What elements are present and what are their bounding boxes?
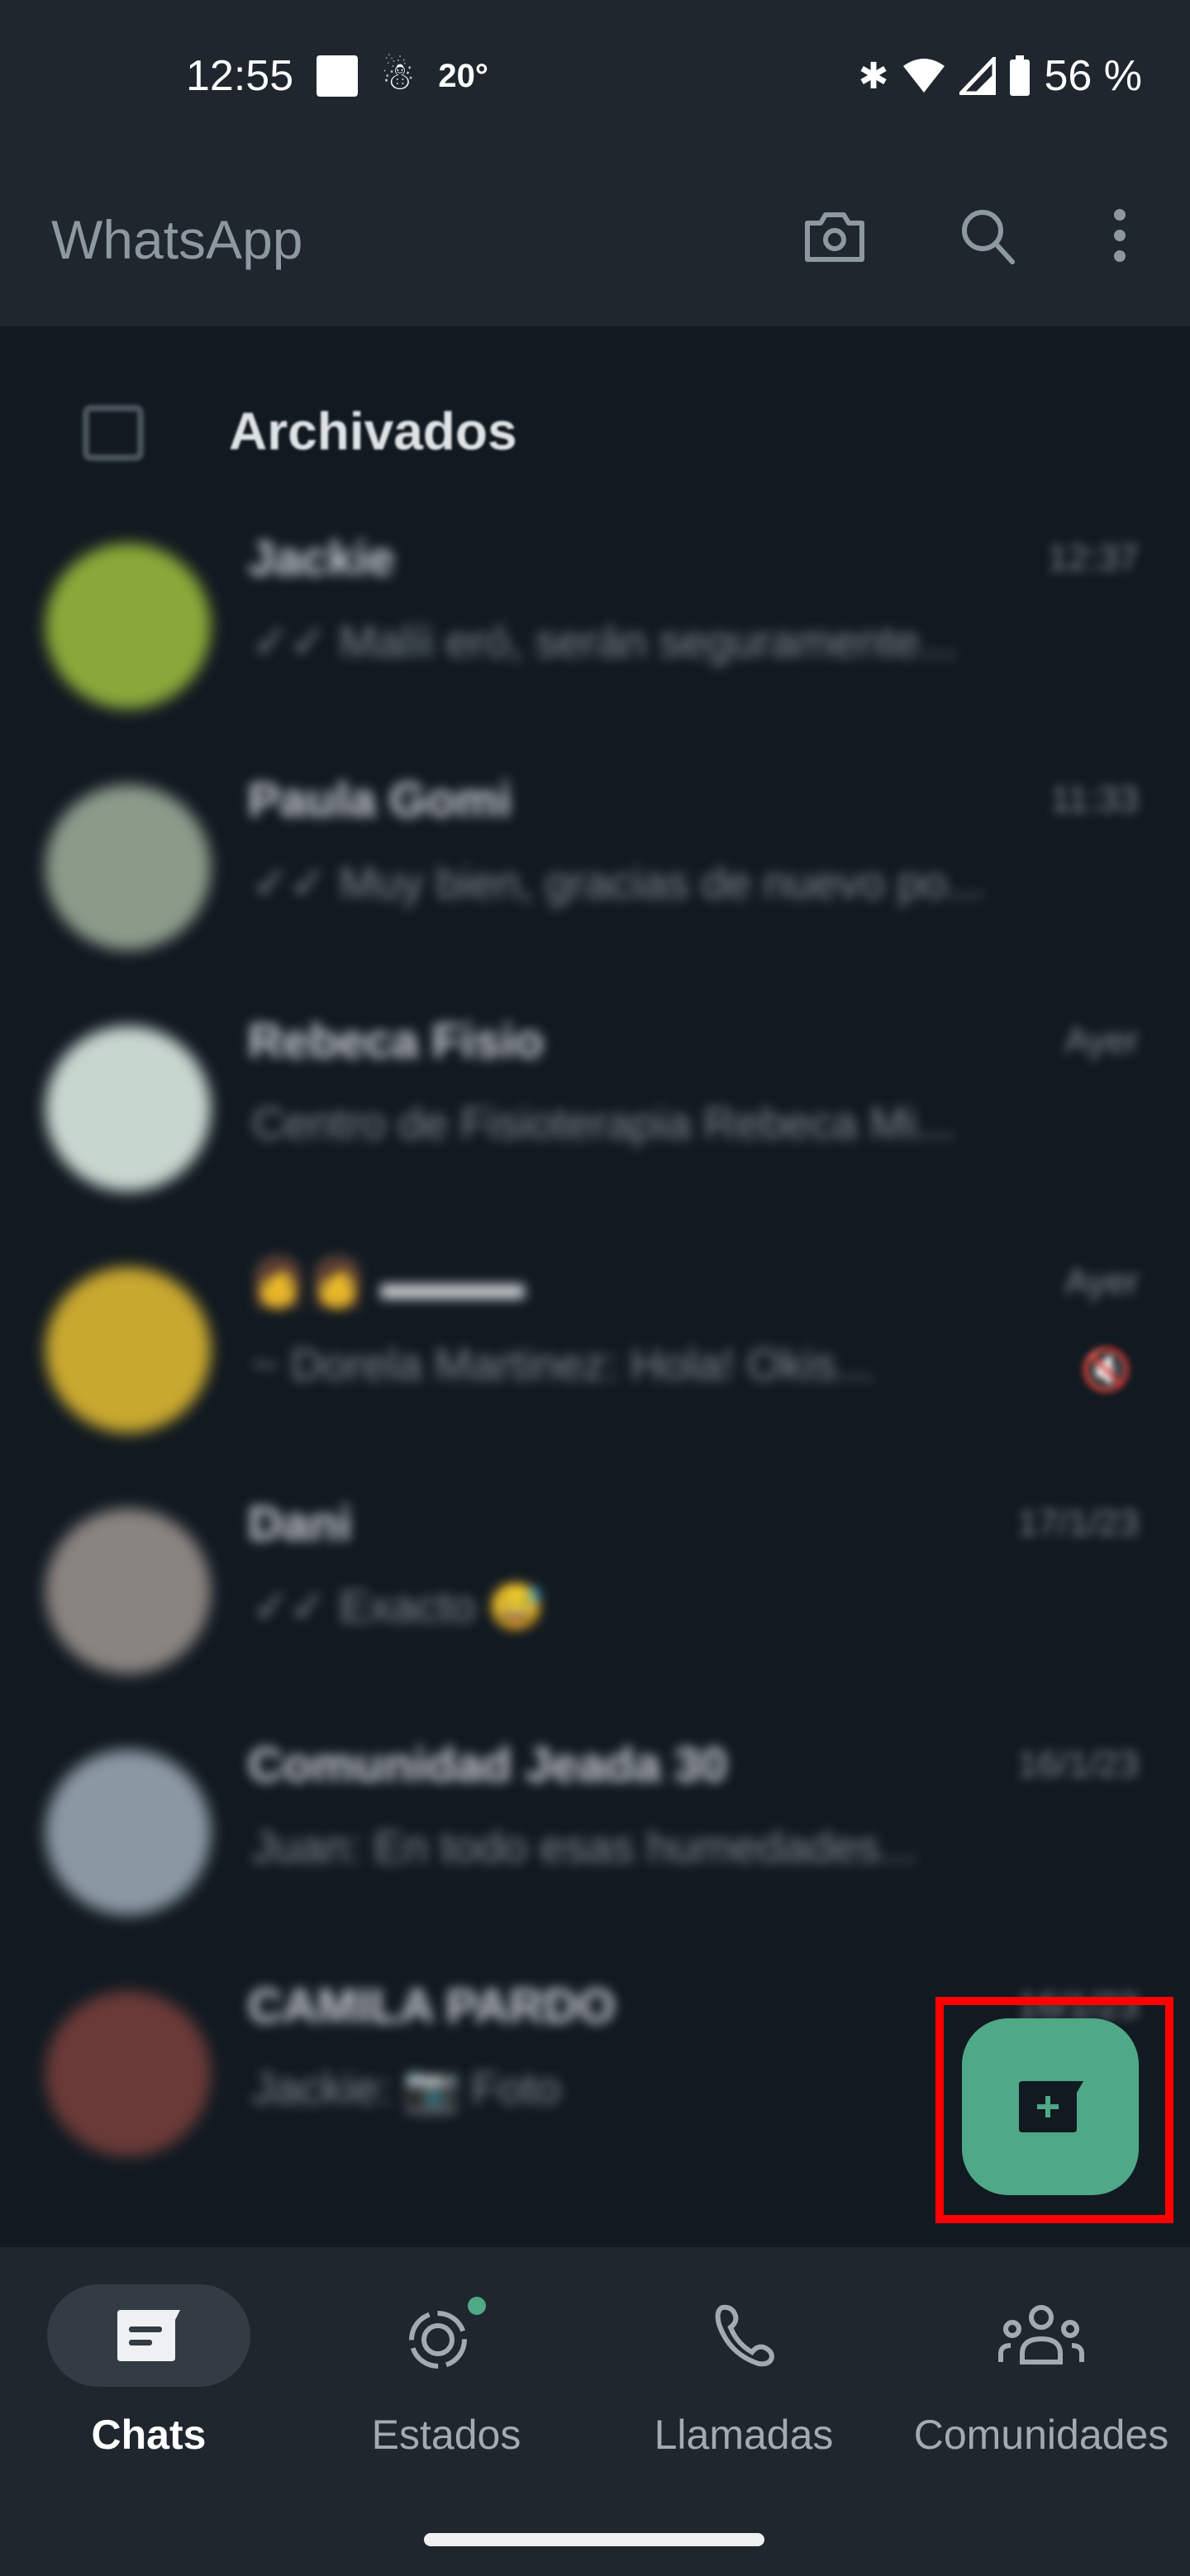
tab-label: Estados xyxy=(371,2412,521,2458)
more-options-button[interactable] xyxy=(1087,202,1153,269)
chat-name: Paula Gomi xyxy=(248,773,512,827)
avatar xyxy=(45,1026,211,1191)
chat-name: Rebeca Fisio xyxy=(248,1015,544,1068)
archive-icon xyxy=(83,405,144,461)
chat-last-message: ~ Dorela Martinez: Hola! Okis... xyxy=(252,1340,873,1390)
chat-name: Jackie xyxy=(248,532,395,586)
chat-row[interactable]: Dani ✓✓ Exacto 😅 17/1/23 xyxy=(0,1471,1190,1711)
tab-llamadas[interactable]: Llamadas xyxy=(595,2247,892,2495)
tab-estados[interactable]: Estados xyxy=(298,2247,595,2495)
bluetooth-icon: ✱ xyxy=(858,55,889,97)
phone-icon xyxy=(715,2304,775,2367)
chat-time: 11:33 xyxy=(1050,779,1139,820)
chat-time: 16/1/23 xyxy=(1017,1744,1139,1785)
chat-row[interactable]: Jackie ✓✓ Malíi eró, serán seguramente..… xyxy=(0,506,1190,746)
chats-icon xyxy=(117,2310,180,2361)
tab-chats[interactable]: Chats xyxy=(0,2247,298,2495)
chat-name: Dani xyxy=(248,1497,352,1551)
chat-name: 👩👩 ▬▬▬ xyxy=(248,1256,525,1309)
battery-level: 56 % xyxy=(1044,52,1142,100)
chat-name: CAMILA PARDO xyxy=(248,1980,616,2033)
notification-square-icon xyxy=(317,55,359,97)
archived-row[interactable]: Archivados xyxy=(0,326,1190,537)
status-badge xyxy=(468,2297,486,2315)
signal-icon xyxy=(959,57,997,95)
status-time: 12:55 xyxy=(186,52,294,100)
status-icon xyxy=(409,2297,486,2369)
app-header: WhatsApp xyxy=(0,140,1190,326)
bottom-navigation: Chats Estados Llamadas Comunidades xyxy=(0,2247,1190,2576)
avatar xyxy=(45,785,211,950)
status-bar: 12:55 ☃ 20° ✱ 56 % xyxy=(0,0,1190,140)
avatar xyxy=(45,544,211,709)
chat-row[interactable]: Comunidad Jeada 30 Juan: En todo esas hu… xyxy=(0,1713,1190,1952)
camera-icon xyxy=(805,212,864,262)
muted-icon: 🔇 xyxy=(1080,1347,1132,1393)
archived-label: Archivados xyxy=(229,402,517,461)
battery-icon xyxy=(1010,55,1031,96)
chat-row[interactable]: Paula Gomi ✓✓ Muy bien, gracias de nuevo… xyxy=(0,748,1190,987)
tab-comunidades[interactable]: Comunidades xyxy=(892,2247,1190,2495)
chat-last-message: ✓✓ Muy bien, gracias de nuevo po... xyxy=(252,858,984,908)
highlight-box xyxy=(935,1997,1173,2223)
chat-last-message: ✓✓ Exacto 😅 xyxy=(252,1582,544,1632)
communities-icon xyxy=(998,2305,1084,2365)
chat-row[interactable]: Rebeca Fisio Centro de Fisioterapia Rebe… xyxy=(0,989,1190,1229)
tab-label: Llamadas xyxy=(654,2412,834,2458)
avatar xyxy=(45,1991,211,2156)
chat-last-message: Juan: En todo esas humedades... xyxy=(252,1823,917,1872)
tab-label: Chats xyxy=(91,2412,207,2458)
chat-row[interactable]: 👩👩 ▬▬▬ ~ Dorela Martinez: Hola! Okis... … xyxy=(0,1230,1190,1470)
search-button[interactable] xyxy=(954,202,1021,269)
tab-label: Comunidades xyxy=(913,2412,1169,2458)
search-icon xyxy=(962,210,1015,264)
chat-last-message: ✓✓ Malíi eró, serán seguramente... xyxy=(252,617,957,667)
weather-icon: ☃ xyxy=(381,55,416,97)
app-title: WhatsApp xyxy=(51,209,303,270)
avatar xyxy=(45,1750,211,1915)
chat-time: Ayer xyxy=(1064,1020,1139,1061)
camera-button[interactable] xyxy=(802,202,868,269)
status-temperature: 20° xyxy=(438,57,488,94)
chat-last-message: Centro de Fisioterapia Rebeca Mi... xyxy=(252,1099,954,1148)
chat-time: Ayer xyxy=(1064,1262,1139,1302)
more-vert-icon xyxy=(1114,209,1126,262)
chat-name: Comunidad Jeada 30 xyxy=(248,1738,728,1792)
avatar xyxy=(45,1267,211,1433)
home-indicator[interactable] xyxy=(424,2533,764,2546)
chat-time: 12:37 xyxy=(1047,538,1139,578)
avatar xyxy=(45,1509,211,1674)
wifi-icon xyxy=(903,59,945,93)
chat-time: 17/1/23 xyxy=(1017,1503,1139,1543)
